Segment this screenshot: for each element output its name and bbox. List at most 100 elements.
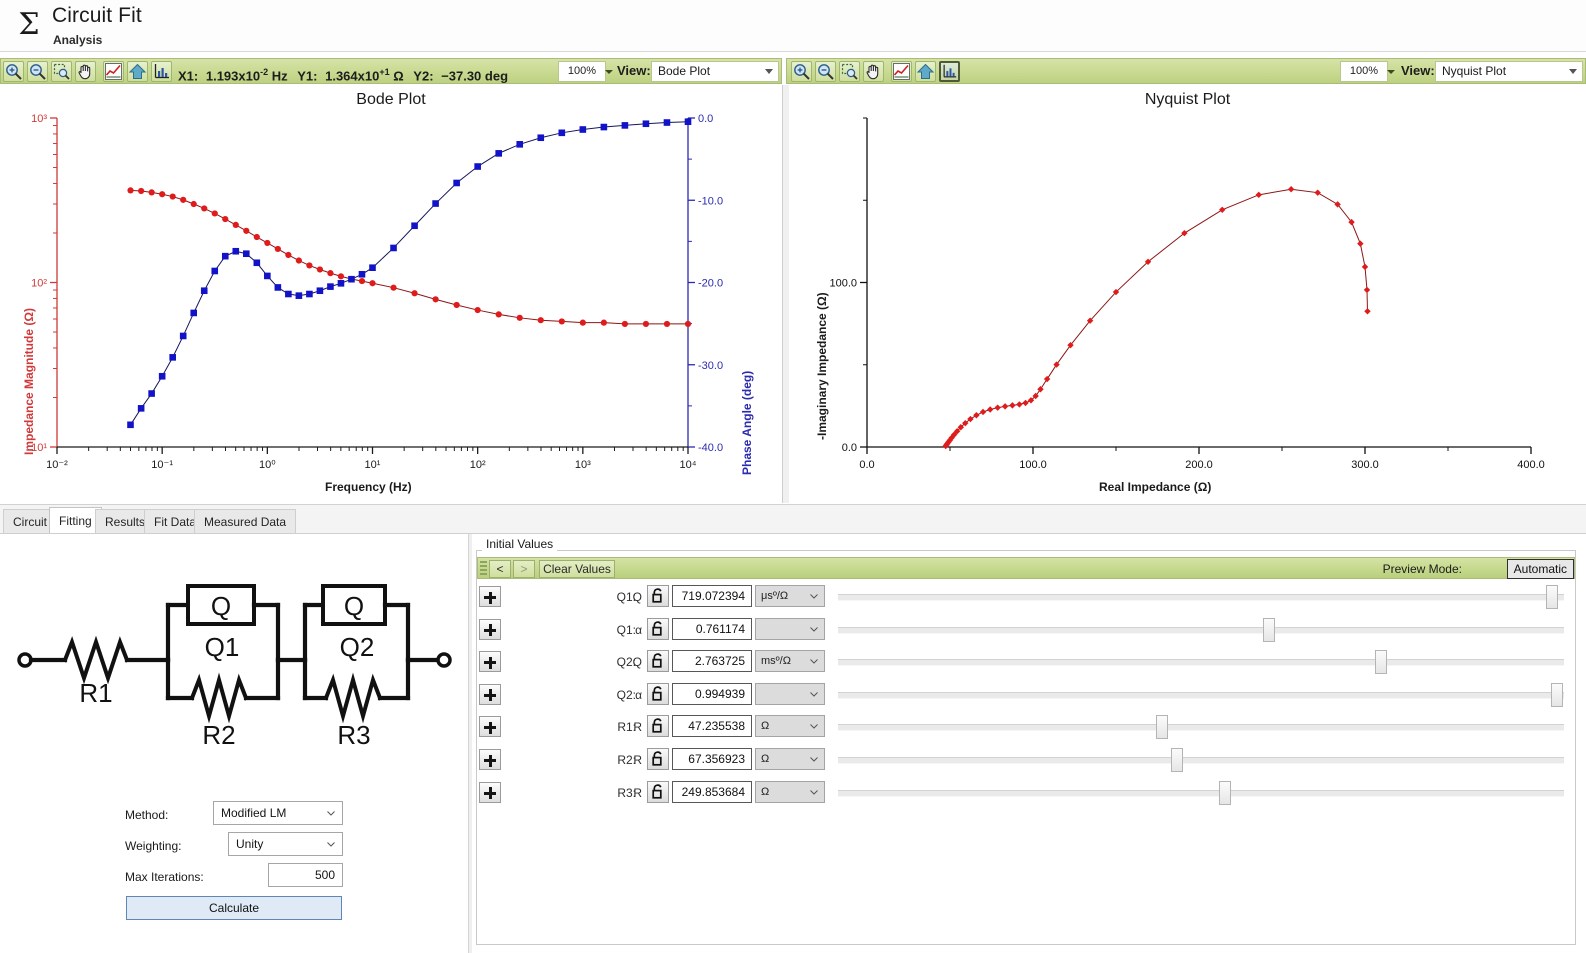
method-select[interactable]: Modified LM [213,801,343,825]
parameter-value-input[interactable]: 0.761174 [672,617,752,640]
parameter-slider-track[interactable] [838,626,1564,634]
nyquist-y-axis-title: -Imaginary Impedance (Ω) [815,292,829,440]
lock-parameter-icon[interactable] [647,780,669,803]
parameter-unit-select[interactable]: msº/Ω [755,650,825,673]
zoom-in-icon[interactable] [791,61,812,82]
zoom-out-icon[interactable] [815,61,836,82]
parameter-slider-thumb[interactable] [1374,650,1387,675]
nyquist-view-select[interactable]: Nyquist Plot [1435,61,1583,82]
bode-view-select[interactable]: Bode Plot [651,61,779,82]
parameter-unit-value: msº/Ω [761,655,791,668]
bode-zoom-level[interactable]: 100% [558,61,606,82]
zoom-out-icon[interactable] [27,61,48,82]
home-icon[interactable] [915,61,936,82]
preview-mode-button[interactable]: Automatic [1506,559,1574,579]
nyquist-zoom-dropdown-icon[interactable] [1383,61,1399,82]
parameter-unit-select[interactable]: Ω [755,715,825,738]
zoom-in-icon[interactable] [3,61,24,82]
q2-box-label: Q [344,591,364,621]
circuit-diagram[interactable]: Q Q R1 Q1 R2 Q2 R3 [10,572,460,752]
parameter-unit-select[interactable]: Ω [755,780,825,803]
readout-x1-label: X1: [178,68,199,84]
bode-zoom-dropdown-icon[interactable] [601,61,617,82]
parameter-slider-thumb[interactable] [1170,748,1183,772]
weighting-label: Weighting: [125,839,182,853]
tab-measured-data[interactable]: Measured Data [194,509,297,534]
pan-hand-icon[interactable] [863,61,884,82]
lock-parameter-icon[interactable] [647,585,669,607]
parameter-unit-value: Ω [761,720,770,733]
parameter-value-input[interactable]: 47.235538 [672,715,752,738]
axes-icon[interactable] [939,61,960,82]
parameter-unit-select[interactable] [755,682,825,705]
parameter-unit-select[interactable]: μsº/Ω [755,585,825,607]
add-parameter-button[interactable] [479,586,501,607]
tab-results-label: Results [105,515,146,529]
add-parameter-button[interactable] [479,749,501,770]
bode-magnitude-point [243,227,250,234]
bode-phase-point [232,247,240,255]
add-parameter-button[interactable] [479,781,501,803]
parameter-slider-thumb[interactable] [1546,585,1559,609]
parameter-unit-select[interactable]: Ω [755,748,825,770]
lock-parameter-icon[interactable] [647,715,669,738]
parameter-unit-select[interactable] [755,617,825,640]
data-cursor-icon[interactable] [103,61,124,82]
chevron-down-icon [327,811,335,816]
weighting-select[interactable]: Unity [228,832,343,856]
bode-phase-point [295,292,303,299]
bode-phase-point [453,179,460,187]
add-parameter-button[interactable] [479,683,501,705]
chevron-down-icon [810,594,818,599]
method-value: Modified LM [221,806,287,820]
nyquist-point [1287,186,1295,193]
nyquist-plot-svg: 0.0 100.0 0.0 100.0 200.0 300.0 400.0 [829,117,1545,471]
bode-phase-point [663,119,671,126]
parameter-value-input[interactable]: 2.763725 [672,650,752,673]
next-values-button[interactable]: > [513,560,535,578]
parameter-slider-thumb[interactable] [1550,682,1563,707]
lock-parameter-icon[interactable] [647,682,669,705]
pan-hand-icon[interactable] [75,61,96,82]
parameter-value-input[interactable]: 719.072394 [672,585,752,607]
prev-values-button[interactable]: < [489,560,511,578]
parameter-slider-thumb[interactable] [1262,617,1275,642]
parameter-slider-track[interactable] [838,691,1564,699]
bode-magnitude-point [253,233,260,241]
tab-fitting[interactable]: Fitting [49,507,102,535]
lock-parameter-icon[interactable] [647,617,669,640]
bode-x-tick-label: 10¹ [365,459,381,471]
nyquist-plot-panel[interactable]: Nyquist Plot -Imaginary Impedance (Ω) Re… [789,85,1586,503]
lock-parameter-icon[interactable] [647,748,669,770]
drag-handle-icon[interactable] [480,561,487,577]
parameter-slider-track[interactable] [838,659,1564,667]
nyquist-zoom-level[interactable]: 100% [1340,61,1388,82]
values-actionbar: < > Clear Values Preview Mode: Automatic [477,557,1575,579]
data-cursor-icon[interactable] [891,61,912,82]
home-icon[interactable] [127,61,148,82]
parameter-slider-thumb[interactable] [1218,780,1231,805]
bode-magnitude-point [558,318,565,325]
parameter-slider-track[interactable] [838,724,1564,732]
parameter-value-input[interactable]: 67.356923 [672,748,752,770]
zoom-region-icon[interactable] [51,61,72,82]
lock-parameter-icon[interactable] [647,650,669,673]
zoom-region-icon[interactable] [839,61,860,82]
parameter-slider-track[interactable] [838,594,1564,601]
parameter-slider-thumb[interactable] [1155,715,1168,740]
initial-values-panel: Initial Values < > Clear Values Preview … [472,534,1586,953]
bode-plot-panel[interactable]: Bode Plot Impedance Magnitude (Ω) Phase … [0,85,782,503]
calculate-button[interactable]: Calculate [126,896,342,920]
parameter-slider-track[interactable] [838,789,1564,797]
max-iterations-input[interactable]: 500 [268,863,343,887]
clear-values-button[interactable]: Clear Values [539,560,615,578]
add-parameter-button[interactable] [479,716,501,738]
add-parameter-button[interactable] [479,651,501,673]
parameter-value-input[interactable]: 0.994939 [672,682,752,705]
parameter-value-input[interactable]: 249.853684 [672,780,752,803]
axes-icon[interactable] [151,61,172,82]
bode-phase-point [253,259,261,267]
add-parameter-button[interactable] [479,618,501,640]
nyquist-point [973,412,980,419]
parameter-slider-track[interactable] [838,757,1564,764]
